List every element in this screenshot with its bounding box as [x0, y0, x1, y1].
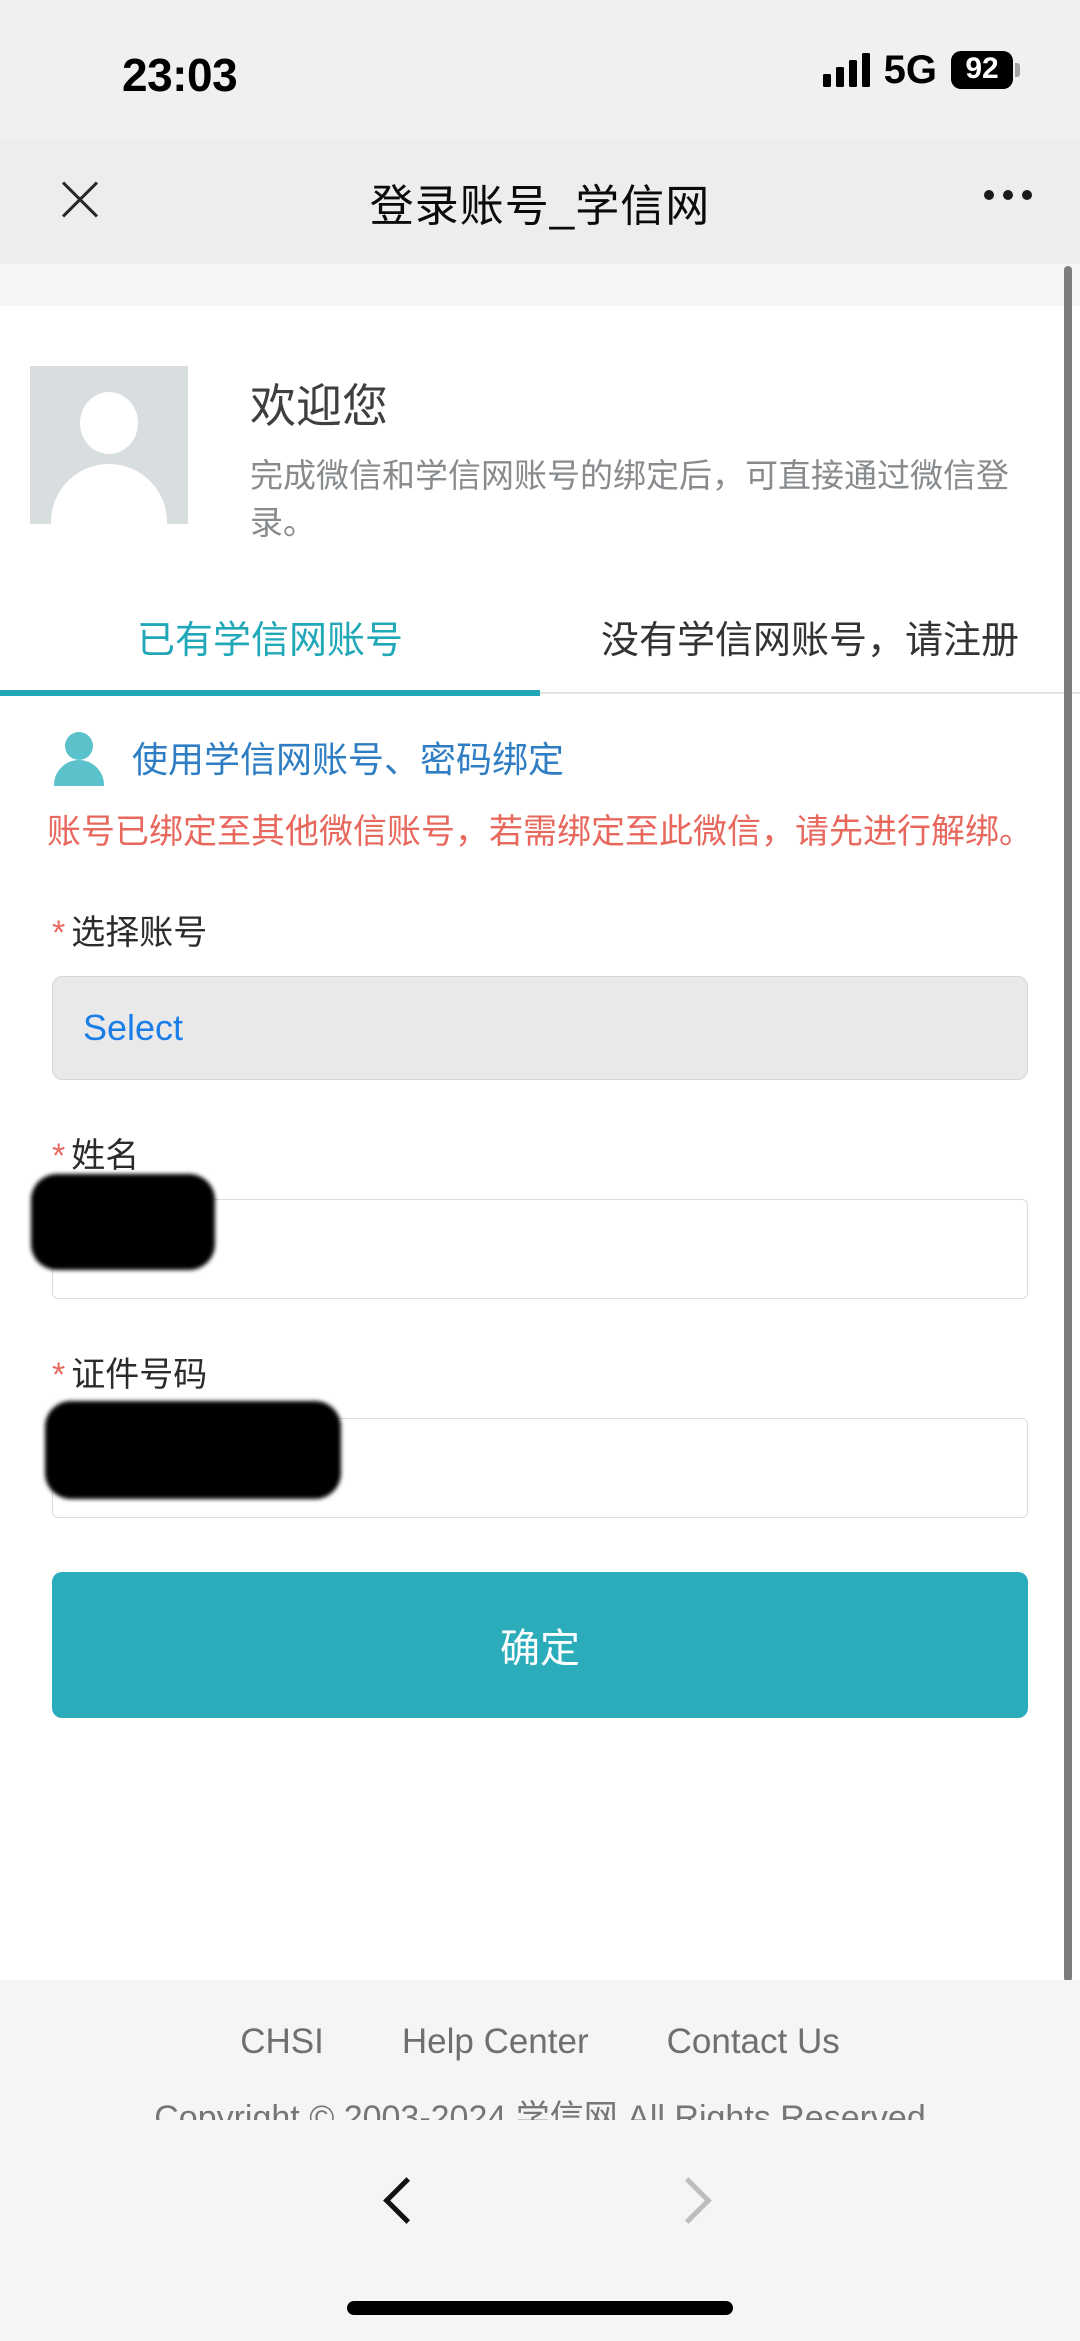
page-scrollbar[interactable] — [1064, 266, 1072, 1982]
default-avatar-icon — [30, 366, 188, 524]
page-content: 欢迎您 完成微信和学信网账号的绑定后，可直接通过微信登录。 已有学信网账号 没有… — [0, 306, 1080, 1980]
status-bar: 23:03 5G 92 — [0, 0, 1080, 138]
field-account: * 选择账号 Select — [52, 905, 1028, 1081]
chevron-left-icon[interactable] — [380, 2180, 426, 2226]
bind-method-label[interactable]: 使用学信网账号、密码绑定 — [132, 731, 564, 783]
field-name: * 姓名 — [31, 1128, 1028, 1300]
welcome-text-block: 欢迎您 完成微信和学信网账号的绑定后，可直接通过微信登录。 — [188, 366, 1080, 547]
signal-bars-icon — [822, 53, 870, 87]
battery-nub-icon — [1015, 63, 1020, 77]
name-label-text: 姓名 — [71, 1137, 140, 1176]
tab-existing-account[interactable]: 已有学信网账号 — [0, 609, 540, 697]
bind-form: * 选择账号 Select * 姓名 * 证件号码 确定 — [0, 905, 1080, 1719]
network-type-label: 5G — [883, 48, 937, 92]
required-mark: * — [52, 1356, 66, 1395]
phone-screen: 23:03 5G 92 登录账号_学信网 欢迎您 完成微信和学信网账号的绑定后，… — [0, 0, 1080, 2341]
welcome-description: 完成微信和学信网账号的绑定后，可直接通过微信登录。 — [250, 456, 1009, 542]
field-id-number: * 证件号码 — [45, 1347, 1028, 1519]
person-icon — [52, 730, 106, 787]
id-number-redaction-mark — [45, 1401, 341, 1500]
footer-link-help-center[interactable]: Help Center — [402, 2022, 589, 2062]
browser-bottom-bar — [0, 2120, 1080, 2341]
name-field-label: * 姓名 — [52, 1128, 1028, 1177]
name-redaction-mark — [31, 1174, 215, 1271]
welcome-section: 欢迎您 完成微信和学信网账号的绑定后，可直接通过微信登录。 — [0, 306, 1080, 547]
id-number-field-label: * 证件号码 — [52, 1347, 1028, 1396]
submit-button[interactable]: 确定 — [52, 1572, 1028, 1719]
page-title: 登录账号_学信网 — [369, 182, 711, 231]
webview-nav-bar: 登录账号_学信网 — [0, 138, 1080, 264]
footer-links: CHSI Help Center Contact Us — [0, 2022, 1080, 2062]
footer-link-contact-us[interactable]: Contact Us — [667, 2022, 840, 2062]
id-number-label-text: 证件号码 — [71, 1356, 208, 1395]
id-number-input[interactable] — [45, 1401, 1028, 1519]
account-field-label: * 选择账号 — [52, 905, 1028, 954]
name-input[interactable] — [31, 1174, 1028, 1300]
more-options-icon[interactable] — [984, 190, 1032, 200]
required-mark: * — [52, 1137, 66, 1176]
account-select[interactable]: Select — [52, 976, 1028, 1081]
bind-method-row[interactable]: 使用学信网账号、密码绑定 — [0, 694, 1080, 787]
tab-register-account[interactable]: 没有学信网账号，请注册 — [540, 609, 1080, 692]
battery-level-badge: 92 — [951, 51, 1013, 89]
welcome-title: 欢迎您 — [250, 380, 388, 432]
status-time: 23:03 — [122, 49, 238, 101]
account-tabs: 已有学信网账号 没有学信网账号，请注册 — [0, 609, 1080, 697]
home-indicator — [347, 2301, 733, 2315]
chevron-right-icon[interactable] — [662, 2180, 708, 2226]
footer-link-chsi[interactable]: CHSI — [240, 2022, 324, 2062]
required-mark: * — [52, 914, 66, 953]
page-top-gap — [0, 264, 1080, 306]
account-label-text: 选择账号 — [71, 914, 208, 953]
status-indicators: 5G 92 — [822, 48, 1020, 92]
error-message: 账号已绑定至其他微信账号，若需绑定至此微信，请先进行解绑。 — [47, 813, 1033, 852]
